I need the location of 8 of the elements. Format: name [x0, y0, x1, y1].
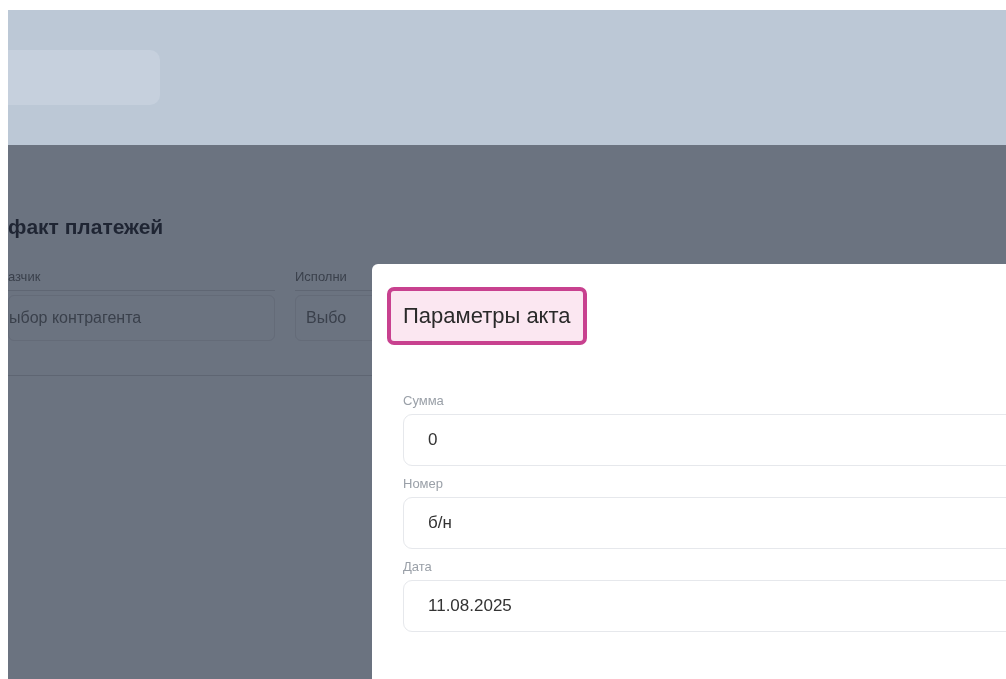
input-field[interactable]: 11.08.2025 [403, 580, 1006, 632]
page-title: факт платежей [8, 215, 165, 239]
modal-title: Параметры акта [387, 287, 587, 345]
field-label: Номер [403, 476, 444, 491]
field-label: Дата [403, 559, 433, 574]
input-field[interactable]: б/н [403, 497, 1006, 549]
input-field[interactable]: 0 [403, 414, 1006, 466]
field-label: Сумма [403, 393, 445, 408]
